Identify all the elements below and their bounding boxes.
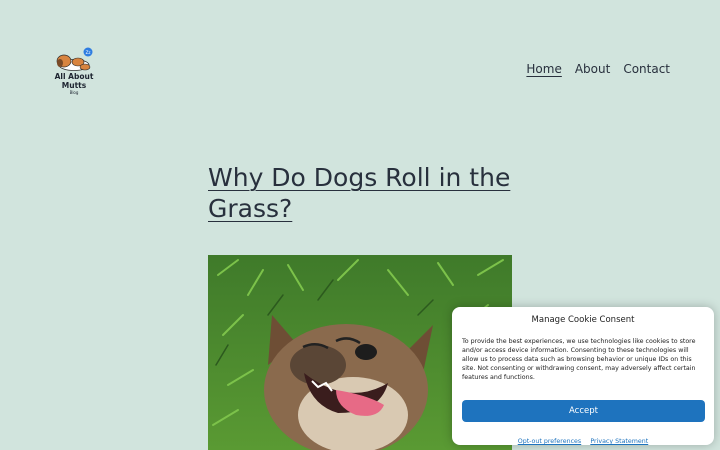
nav-home-link[interactable]: Home xyxy=(526,62,561,76)
sleeping-dog-icon: Zz xyxy=(56,47,93,71)
logo-line-1: All About xyxy=(54,72,94,81)
cookie-consent-banner: Manage Cookie Consent To provide the bes… xyxy=(452,307,714,445)
logo-line-2: Mutts xyxy=(61,81,87,90)
svg-text:Zz: Zz xyxy=(86,50,91,55)
accept-cookies-button[interactable]: Accept xyxy=(462,400,705,422)
post-title-link[interactable]: Why Do Dogs Roll in the Grass? xyxy=(208,163,510,223)
nav-contact-link[interactable]: Contact xyxy=(623,62,670,76)
post-title: Why Do Dogs Roll in the Grass? xyxy=(208,162,528,224)
cookie-links: Opt-out preferences Privacy Statement xyxy=(452,428,714,447)
opt-out-preferences-link[interactable]: Opt-out preferences xyxy=(518,438,581,445)
nav-about-link[interactable]: About xyxy=(575,62,610,76)
site-logo[interactable]: Zz All About Mutts Blog xyxy=(50,46,98,98)
primary-nav: Home About Contact xyxy=(526,62,670,76)
cookie-heading: Manage Cookie Consent xyxy=(531,315,635,325)
logo-line-3: Blog xyxy=(69,90,79,95)
cookie-message: To provide the best experiences, we use … xyxy=(462,338,696,381)
privacy-statement-link[interactable]: Privacy Statement xyxy=(590,438,648,445)
